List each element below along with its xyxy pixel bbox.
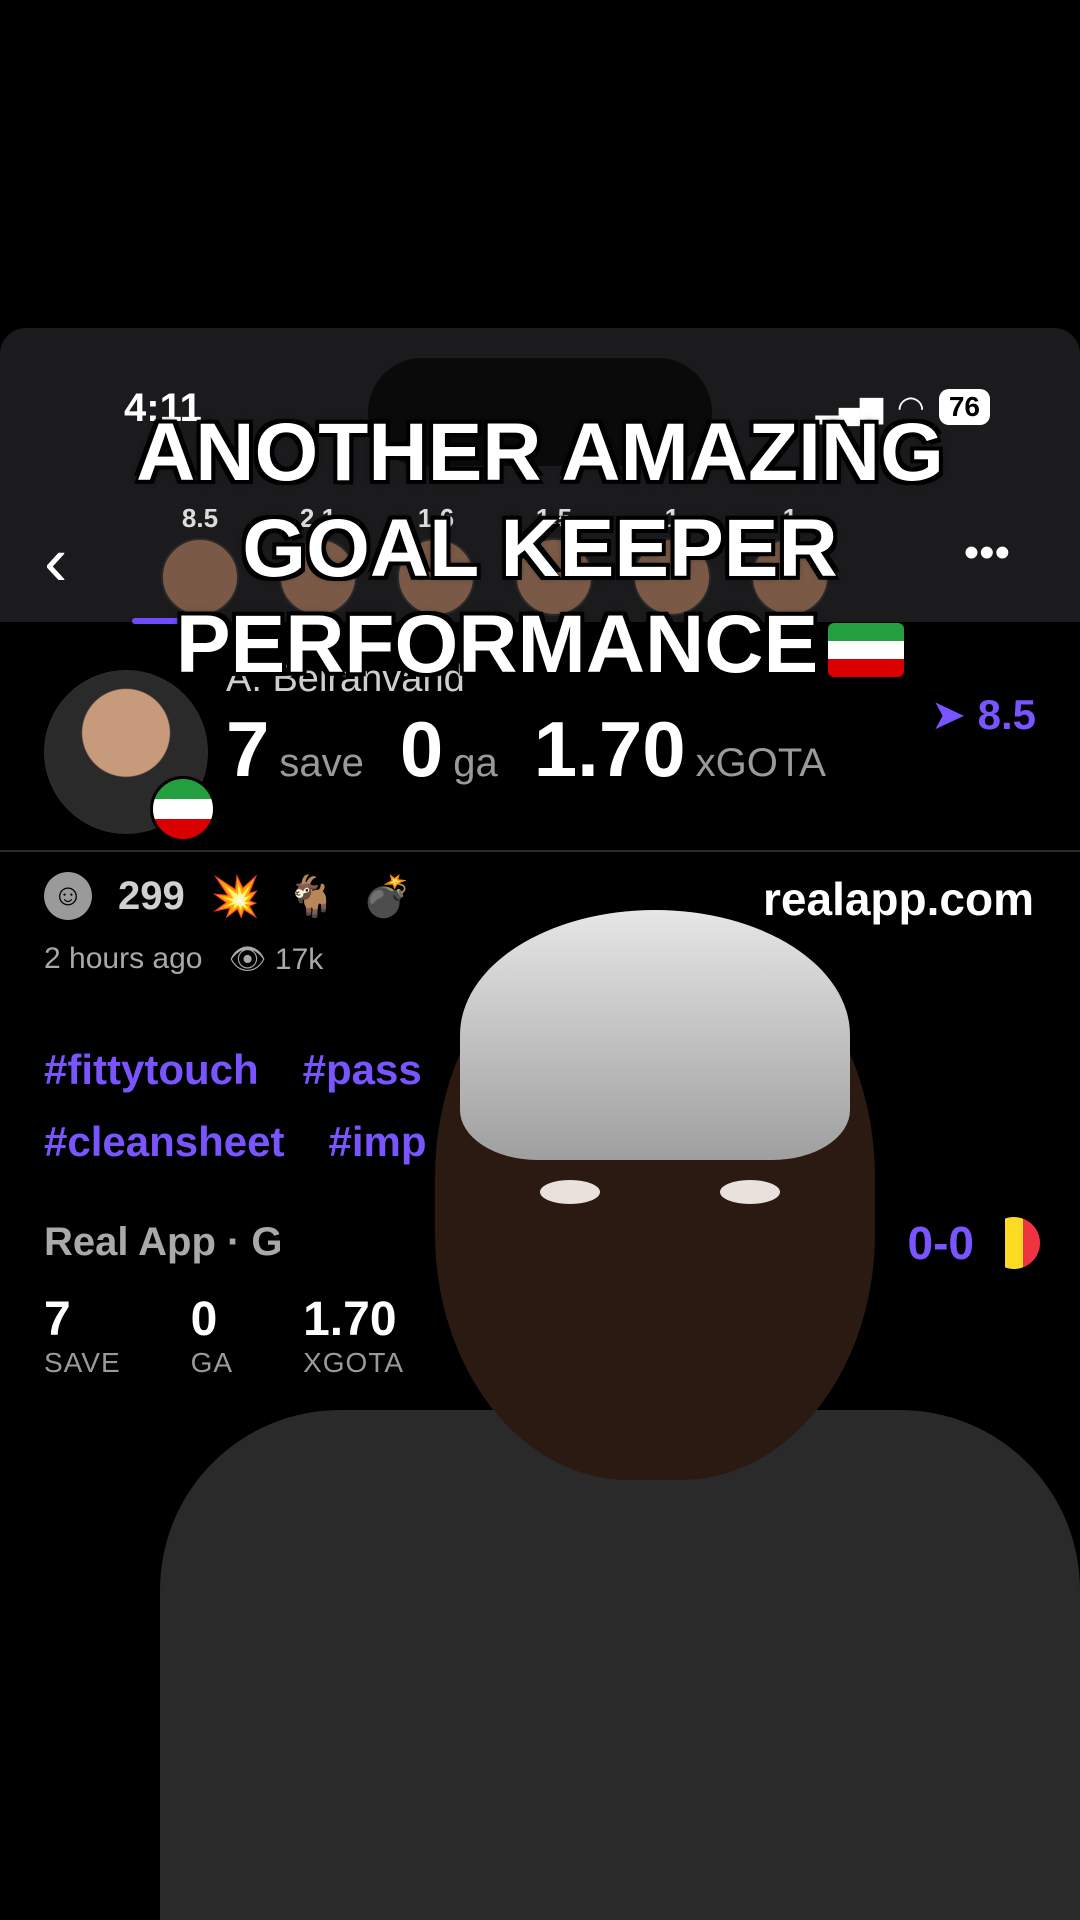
stat-label: SAVE [44, 1347, 121, 1378]
iran-flag-icon [828, 623, 905, 678]
back-button[interactable]: ‹ [44, 526, 67, 596]
presenter-overlay [160, 910, 1080, 1920]
divider [0, 850, 1080, 852]
ga-value: 0 [399, 705, 444, 793]
caption-line: ANOTHER AMAZING [136, 407, 944, 498]
caption-line: GOAL KEEPER [242, 503, 838, 594]
player-stats: 7 save 0 ga 1.70 xGOTA [226, 704, 826, 795]
rating-arrow-icon: ➤ [930, 691, 978, 738]
smiley-icon[interactable]: ☺ [44, 872, 92, 920]
presenter-shirt [160, 1410, 1080, 1920]
stat-column: 7 SAVE [44, 1292, 121, 1379]
xgota-value: 1.70 [533, 705, 686, 793]
iran-flag-icon [150, 776, 216, 842]
stat-value: 7 [44, 1293, 71, 1346]
caption-line: PERFORMANCE [175, 599, 819, 690]
rating-value: 8.5 [977, 691, 1036, 738]
ga-label: ga [453, 741, 498, 785]
eye [540, 1180, 600, 1204]
durag [460, 910, 850, 1160]
saves-value: 7 [226, 705, 270, 793]
saves-label: save [279, 741, 364, 785]
eye [720, 1180, 780, 1204]
player-rating: ➤ 8.5 [931, 690, 1036, 739]
xgota-label: xGOTA [695, 741, 826, 785]
video-caption: ANOTHER AMAZING GOAL KEEPER PERFORMANCE [80, 405, 1000, 693]
